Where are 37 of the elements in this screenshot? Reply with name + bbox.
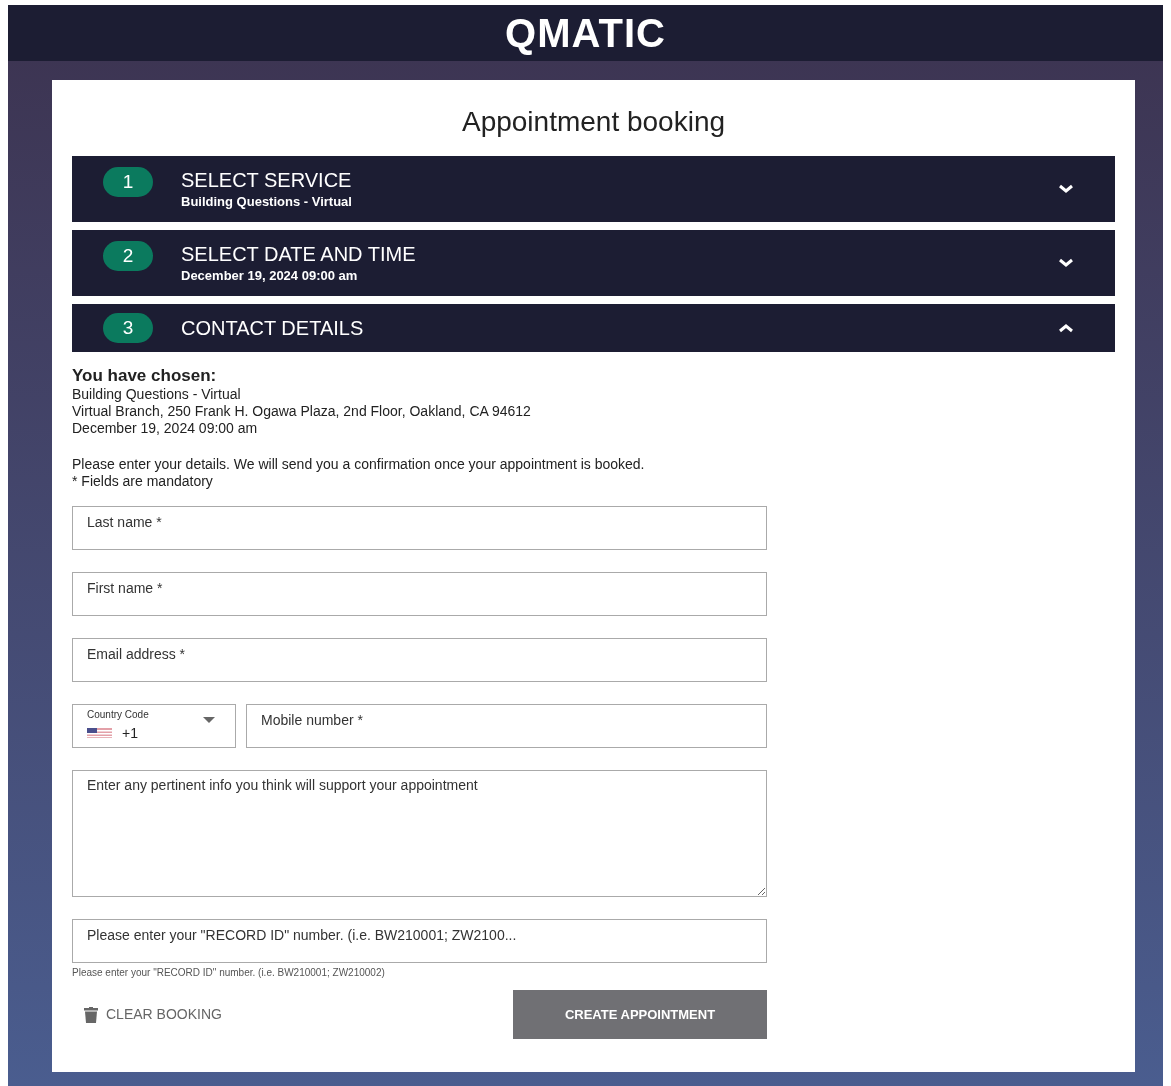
page-title: Appointment booking [460,105,727,139]
step-header[interactable]: 2 SELECT DATE AND TIME December 19, 2024 09:00 am [72,230,1115,296]
country-code-select[interactable]: Country Code +1 [72,704,236,748]
chosen-detail: December 19, 2024 09:00 am [72,420,259,437]
step-number-badge: 3 [103,313,153,343]
hint-text: Please enter your "RECORD ID" number. (i.e. BW210001; ZW210002) [72,966,386,980]
step-title: CONTACT DETAILS [181,316,364,340]
select-value: +1 [122,725,138,741]
instruction-text: * Fields are mandatory [72,473,214,490]
select-label: Country Code [87,708,149,721]
step-number-badge: 1 [103,167,153,197]
step-header[interactable]: 3 CONTACT DETAILS [72,304,1115,352]
chevron-down-icon [1058,258,1074,268]
logo: QMATIC [505,13,666,53]
step-summary: Building Questions - Virtual [181,192,352,211]
step-title: SELECT DATE AND TIME [181,241,416,266]
instruction-text: Please enter your details. We will send you a confirmation once your appointment is booked. [72,456,646,473]
trash-icon [84,1006,98,1023]
flag-icon [87,728,112,738]
step-header[interactable]: 1 SELECT SERVICE Building Questions - Virtual [72,156,1115,222]
step-summary: December 19, 2024 09:00 am [181,266,359,285]
notes-textarea[interactable]: Enter any pertinent info you think will support your appointment [72,770,767,897]
step-title: SELECT SERVICE [181,167,352,192]
clear-booking-button[interactable]: CLEAR BOOKING [84,1004,222,1025]
caret-icon [203,717,215,723]
chevron-down-icon [1058,184,1074,194]
input-field[interactable]: Please enter your "RECORD ID" number. (i.e. BW210001; ZW2100... [72,919,767,963]
chosen-detail: Building Questions - Virtual [72,386,242,403]
chosen-detail: Virtual Branch, 250 Frank H. Ogawa Plaza, 2nd Floor, Oakland, CA 94612 [72,403,532,420]
chosen-heading: You have chosen: [72,366,218,386]
input-field[interactable]: Mobile number * [246,704,767,748]
input-field[interactable]: Email address * [72,638,767,682]
input-field[interactable]: Last name * [72,506,767,550]
create-appointment-button[interactable]: CREATE APPOINTMENT [513,990,767,1039]
step-number-badge: 2 [103,241,153,271]
input-field[interactable]: First name * [72,572,767,616]
chevron-up-icon [1058,323,1074,333]
